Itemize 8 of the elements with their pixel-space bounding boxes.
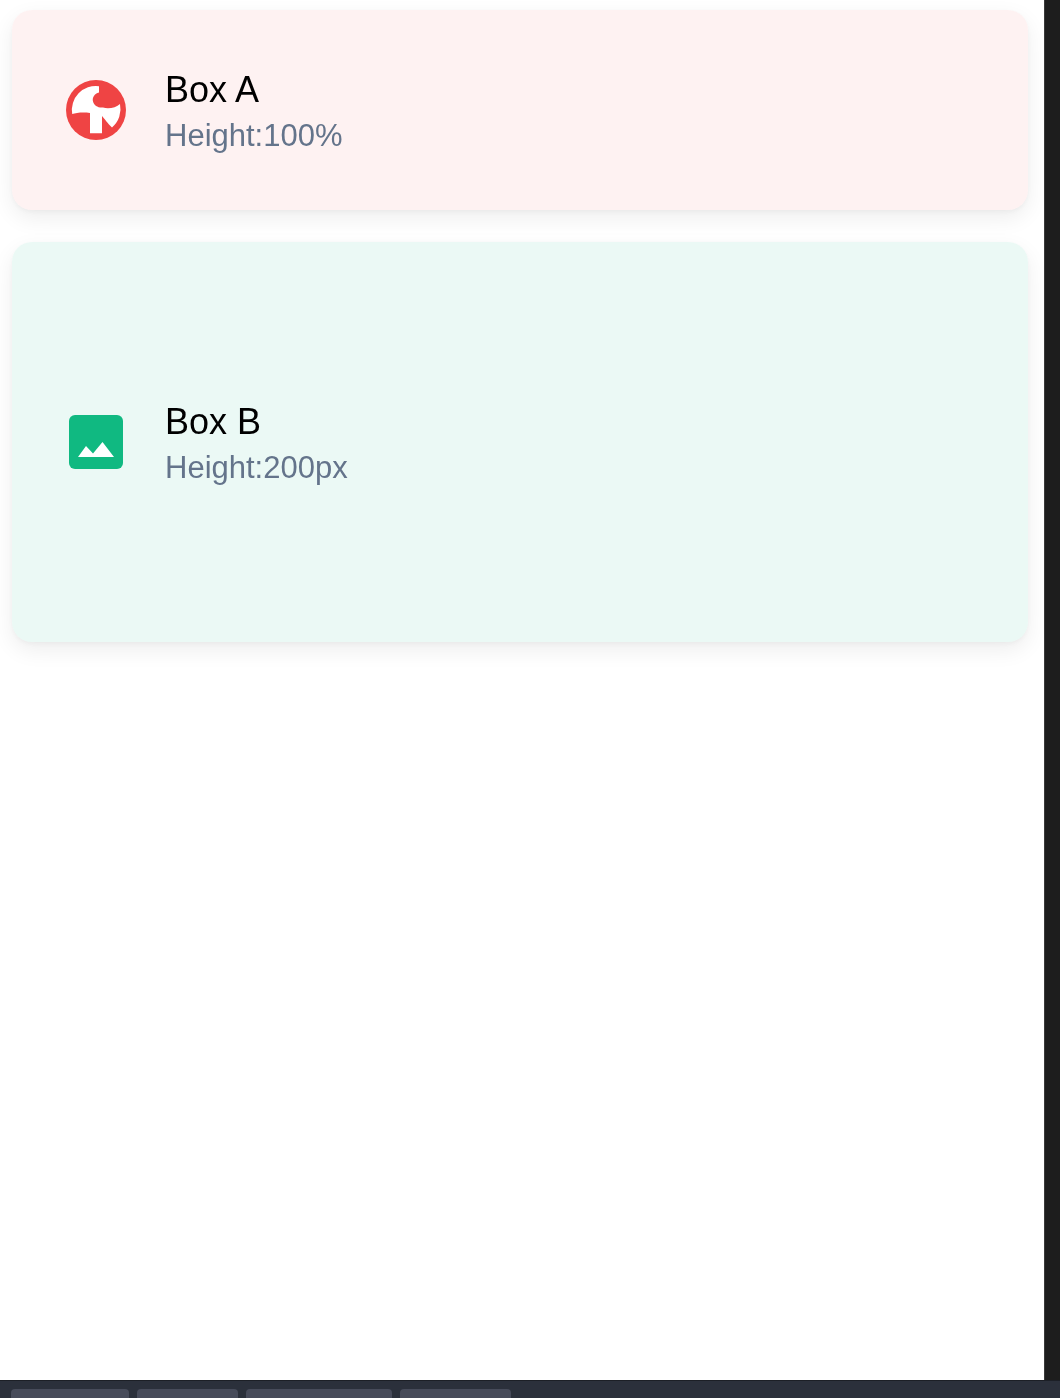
tab[interactable] [11, 1389, 129, 1398]
card-subtitle: Height:100% [165, 117, 343, 155]
card-subtitle: Height:200px [165, 449, 348, 487]
card-title: Box B [165, 401, 263, 443]
tab[interactable] [137, 1389, 238, 1398]
tab[interactable] [400, 1389, 511, 1398]
card-title: Box A [165, 69, 261, 111]
tab[interactable] [246, 1389, 392, 1398]
